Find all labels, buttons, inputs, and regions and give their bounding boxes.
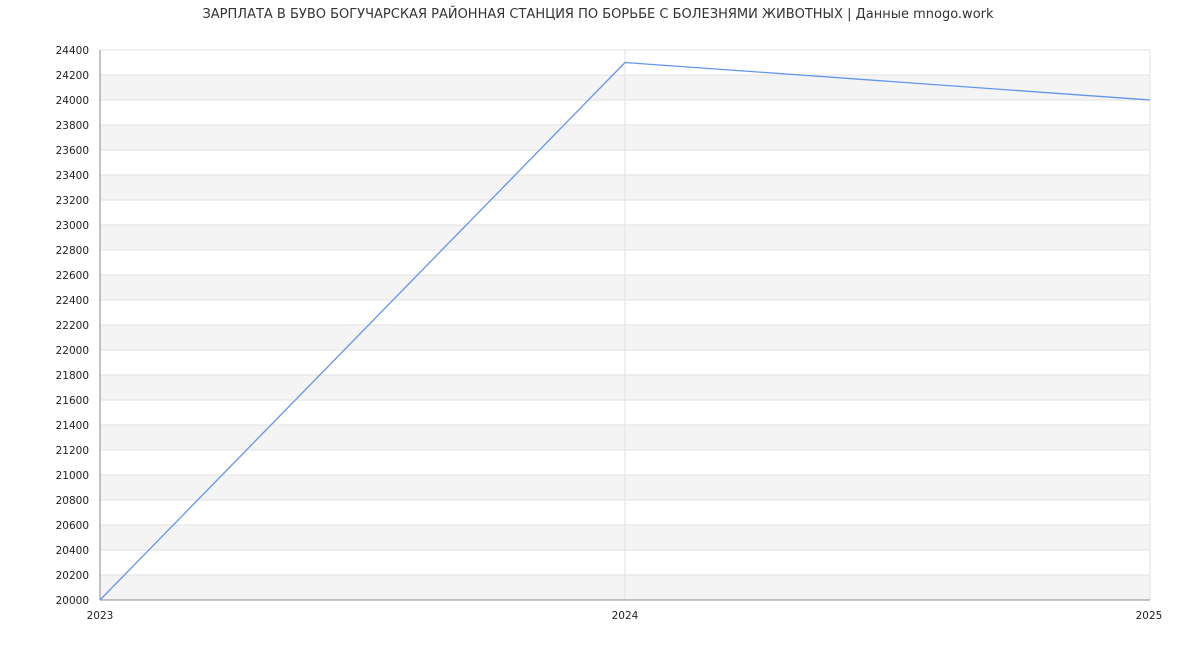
x-tick-labels: 2023 2024 2025 bbox=[87, 610, 1163, 622]
y-tick-label: 22400 bbox=[56, 295, 89, 307]
y-tick-label: 22600 bbox=[56, 270, 89, 282]
y-tick-label: 24000 bbox=[56, 95, 89, 107]
y-tick-label: 23200 bbox=[56, 195, 89, 207]
y-tick-label: 23000 bbox=[56, 220, 89, 232]
y-tick-labels: 20000 20200 20400 20600 20800 21000 21200 21400… bbox=[56, 45, 89, 607]
y-tick-label: 23400 bbox=[56, 170, 89, 182]
x-tick-label: 2024 bbox=[612, 610, 639, 622]
y-tick-label: 21400 bbox=[56, 420, 89, 432]
y-tick-label: 21200 bbox=[56, 445, 89, 457]
x-tick-label: 2023 bbox=[87, 610, 114, 622]
chart-title: ЗАРПЛАТА В БУВО БОГУЧАРСКАЯ РАЙОННАЯ СТА… bbox=[202, 6, 994, 22]
y-tick-label: 23800 bbox=[56, 120, 89, 132]
line-chart: 20000 20200 20400 20600 20800 21000 21200 21400… bbox=[56, 6, 1163, 622]
y-tick-label: 22000 bbox=[56, 345, 89, 357]
y-tick-label: 21000 bbox=[56, 470, 89, 482]
y-tick-label: 24200 bbox=[56, 70, 89, 82]
y-tick-label: 22800 bbox=[56, 245, 89, 257]
y-tick-label: 23600 bbox=[56, 145, 89, 157]
chart-container: 20000 20200 20400 20600 20800 21000 21200 21400… bbox=[0, 0, 1200, 650]
y-tick-label: 24400 bbox=[56, 45, 89, 57]
y-tick-label: 21600 bbox=[56, 395, 89, 407]
y-tick-label: 21800 bbox=[56, 370, 89, 382]
y-tick-label: 20600 bbox=[56, 520, 89, 532]
y-tick-label: 20800 bbox=[56, 495, 89, 507]
y-tick-label: 20200 bbox=[56, 570, 89, 582]
x-tick-label: 2025 bbox=[1136, 610, 1163, 622]
y-tick-label: 20000 bbox=[56, 595, 89, 607]
y-tick-label: 22200 bbox=[56, 320, 89, 332]
y-tick-label: 20400 bbox=[56, 545, 89, 557]
